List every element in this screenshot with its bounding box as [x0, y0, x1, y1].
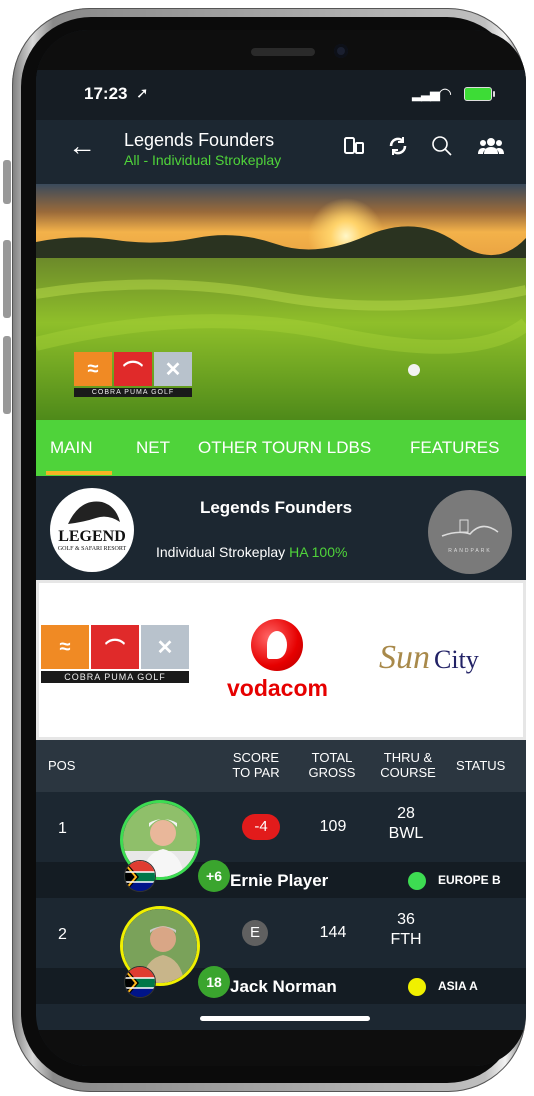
active-tab-indicator: [46, 471, 112, 475]
team-dot-icon: [408, 872, 426, 890]
header-status: STATUS: [456, 758, 506, 773]
handicap-badge: +6: [198, 860, 230, 892]
players-group-icon[interactable]: [478, 134, 504, 164]
tab-other-tourn-ldbs[interactable]: OTHER TOURN LDBS: [198, 438, 371, 458]
table-row[interactable]: 2 E 144 36 FTH: [36, 898, 526, 968]
header-pos: POS: [48, 758, 76, 773]
player-name: Jack Norman: [230, 977, 337, 996]
tab-bar: MAIN NET OTHER TOURN LDBS FEATURES: [36, 420, 526, 476]
header-thru-course: THRU & COURSE: [380, 750, 436, 780]
cellular-signal-icon: ▂▃▅: [412, 86, 440, 101]
suncity-logo: Sun City: [379, 639, 479, 676]
total-gross: 109: [319, 818, 347, 835]
speaker-grille: [251, 48, 315, 56]
mute-switch: [3, 160, 11, 204]
device-switch-icon[interactable]: [342, 134, 366, 164]
vodacom-logo: vodacom: [227, 619, 328, 702]
tab-net[interactable]: NET: [136, 438, 170, 458]
event-info-bar: LEGEND GOLF & SAFARI RESORT Legends Foun…: [36, 476, 526, 580]
bottom-bezel: [36, 1030, 526, 1066]
refresh-icon[interactable]: [386, 134, 410, 164]
table-row[interactable]: 1 -4 109 28 BWL: [36, 792, 526, 862]
south-africa-flag-icon: [124, 860, 156, 892]
score-to-par: -4: [242, 814, 280, 840]
handicap-badge: 18: [198, 966, 230, 998]
handicap-allowance: HA 100%: [289, 544, 348, 560]
top-bezel: [36, 30, 526, 70]
thru-course: 36 FTH: [390, 911, 422, 948]
tab-features[interactable]: FEATURES: [410, 438, 499, 458]
cobra-puma-sponsor-logo: ≈ ⌒ ✕ COBRA PUMA GOLF: [41, 625, 189, 683]
volume-up-button: [3, 240, 11, 318]
cobra-puma-banner-logo: ≈ ⌒ ✕ COBRA PUMA GOLF: [74, 352, 192, 397]
row-position: 2: [58, 926, 67, 943]
tab-main[interactable]: MAIN: [50, 438, 93, 458]
team-status: EUROPE B: [438, 873, 501, 887]
page-subtitle: All - Individual Strokeplay: [124, 152, 282, 168]
legend-resort-logo: LEGEND GOLF & SAFARI RESORT: [50, 488, 134, 572]
status-time: 17:23: [84, 84, 128, 103]
page-title: Legends Founders: [124, 130, 275, 150]
location-arrow-icon: ➚: [136, 85, 149, 102]
team-status: ASIA A: [438, 979, 478, 993]
team-dot-icon: [408, 978, 426, 996]
leaderboard-header: POS SCORE TO PAR TOTAL GROSS THRU & COUR…: [36, 740, 526, 792]
vodacom-speechmark-icon: [251, 619, 303, 671]
navigation-bar: ← Legends Founders All - Individual Stro…: [36, 120, 526, 184]
header-total-gross: TOTAL GROSS: [308, 750, 356, 780]
battery-icon: [464, 87, 495, 101]
player-name: Ernie Player: [230, 871, 329, 890]
header-score-to-par: SCORE TO PAR: [232, 750, 280, 780]
row-position: 1: [58, 820, 67, 837]
search-icon[interactable]: [430, 134, 454, 165]
player-name-row[interactable]: Jack Norman ASIA A: [36, 968, 526, 1004]
event-title: Legends Founders: [199, 498, 353, 517]
home-indicator[interactable]: [200, 1016, 370, 1021]
score-to-par: E: [242, 920, 268, 946]
player-name-row[interactable]: Ernie Player EUROPE B: [36, 862, 526, 898]
event-format: Individual Strokeplay HA 100%: [156, 544, 348, 560]
sponsor-banner[interactable]: ≈ ⌒ ✕ COBRA PUMA GOLF vodacom Sun City: [36, 580, 526, 740]
thru-course: 28 BWL: [388, 805, 424, 842]
volume-down-button: [3, 336, 11, 414]
back-arrow-icon[interactable]: ←: [68, 132, 96, 160]
south-africa-flag-icon: [124, 966, 156, 998]
front-camera: [334, 44, 348, 58]
app-screen: 17:23 ➚ ▂▃▅ ◠ ← Legends Founders All - I…: [36, 30, 526, 1066]
course-banner-image: ≈ ⌒ ✕ COBRA PUMA GOLF: [36, 184, 526, 420]
status-bar: 17:23 ➚ ▂▃▅ ◠: [36, 70, 526, 120]
randpark-logo: RANDPARK: [428, 490, 512, 574]
wifi-icon: ◠: [438, 86, 452, 103]
total-gross: 144: [319, 924, 347, 941]
